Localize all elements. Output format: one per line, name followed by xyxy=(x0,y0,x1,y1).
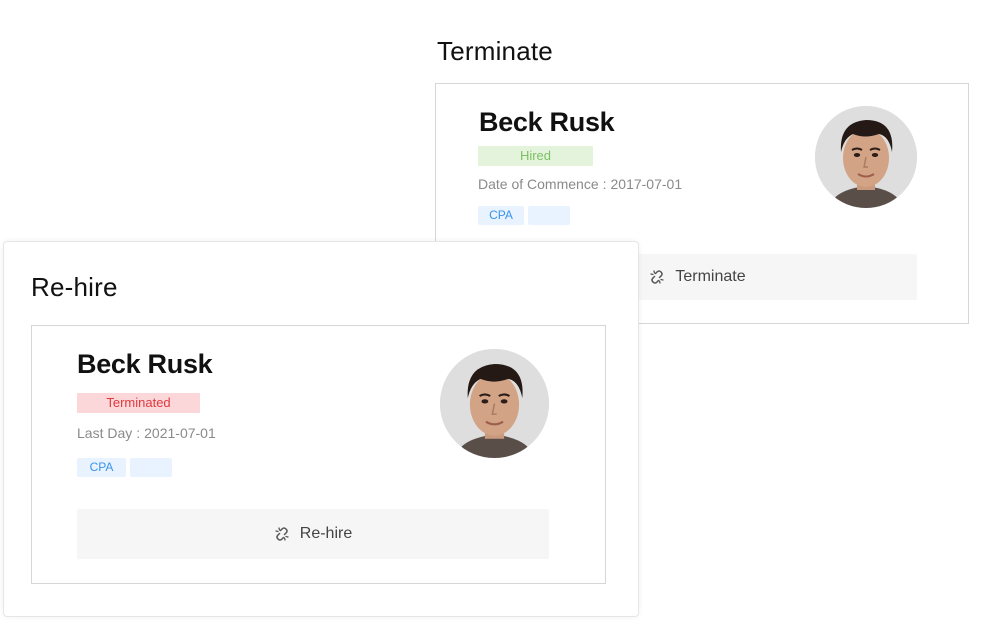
employee-avatar xyxy=(440,349,549,458)
avatar-portrait-icon xyxy=(440,349,549,458)
tag-empty xyxy=(528,206,570,225)
unlink-icon xyxy=(649,269,665,285)
date-label: Date of Commence xyxy=(478,176,599,192)
employee-name: Beck Rusk xyxy=(479,107,615,137)
tag-cpa: CPA xyxy=(77,458,126,477)
tag-cpa: CPA xyxy=(478,206,524,225)
employee-avatar xyxy=(815,106,917,208)
rehire-employee-card: Beck Rusk Terminated Last Day:2021-07-01… xyxy=(31,325,606,584)
date-value: 2021-07-01 xyxy=(144,425,216,441)
date-label: Last Day xyxy=(77,425,133,441)
terminate-section-title: Terminate xyxy=(437,36,553,66)
employee-name: Beck Rusk xyxy=(77,349,213,379)
rehire-panel: Re-hire Beck Rusk Terminated Last Day:20… xyxy=(3,241,639,617)
rehire-button-label: Re-hire xyxy=(299,525,353,542)
avatar-portrait-icon xyxy=(815,106,917,208)
rehire-button[interactable]: Re-hire xyxy=(77,509,549,559)
tag-empty xyxy=(130,458,172,477)
status-badge-terminated: Terminated xyxy=(77,393,200,413)
status-badge-hired: Hired xyxy=(478,146,593,166)
date-of-commence-row: Date of Commence:2017-07-01 xyxy=(478,176,682,192)
date-separator: : xyxy=(602,176,607,192)
stage: Terminate Beck Rusk Hired Date of Commen… xyxy=(0,0,1002,620)
date-separator: : xyxy=(136,425,141,441)
unlink-icon xyxy=(274,526,290,542)
rehire-section-title: Re-hire xyxy=(31,272,118,302)
last-day-row: Last Day:2021-07-01 xyxy=(77,425,216,441)
terminate-button-label: Terminate xyxy=(675,268,746,285)
date-value: 2017-07-01 xyxy=(610,176,683,192)
